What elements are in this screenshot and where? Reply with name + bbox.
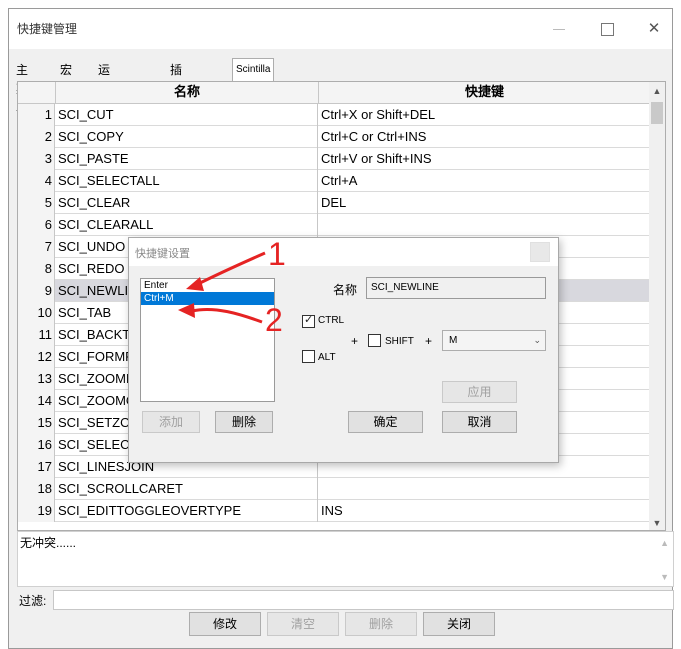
- conflict-scroll-down-icon[interactable]: ▼: [660, 572, 669, 582]
- maximize-button[interactable]: [587, 17, 627, 41]
- table-row[interactable]: 3 SCI_PASTE Ctrl+V or Shift+INS: [18, 148, 650, 170]
- table-scrollbar[interactable]: ▲ ▼: [649, 82, 665, 530]
- name-label: 名称: [333, 283, 358, 297]
- command-name-cell[interactable]: SCI_SELECTALL: [56, 170, 318, 192]
- conflict-text: 无冲突......: [20, 536, 77, 550]
- minimize-button[interactable]: [539, 17, 579, 41]
- table-row[interactable]: 2 SCI_COPY Ctrl+C or Ctrl+INS: [18, 126, 650, 148]
- cancel-button[interactable]: 取消: [442, 411, 517, 433]
- conflict-info-box: 无冲突...... ▲ ▼: [17, 531, 674, 587]
- row-number: 4: [18, 170, 55, 192]
- row-number: 8: [18, 258, 55, 280]
- row-number: 7: [18, 236, 55, 258]
- close-button[interactable]: 关闭: [423, 612, 495, 636]
- table-row[interactable]: 19 SCI_EDITTOGGLEOVERTYPE INS: [18, 500, 650, 522]
- shortcut-cell[interactable]: [319, 214, 650, 236]
- shortcut-cell[interactable]: Ctrl+V or Shift+INS: [319, 148, 650, 170]
- plus-sign: +: [351, 334, 359, 348]
- row-number: 6: [18, 214, 55, 236]
- shortcut-cell[interactable]: DEL: [319, 192, 650, 214]
- tab-scintilla-commands[interactable]: Scintilla命令: [232, 58, 275, 97]
- clear-button[interactable]: 清空: [267, 612, 339, 636]
- key-select[interactable]: M ⌄: [442, 330, 546, 351]
- dialog-title: 快捷键设置: [135, 248, 190, 260]
- alt-checkbox[interactable]: [302, 350, 315, 363]
- shortcut-cell[interactable]: Ctrl+C or Ctrl+INS: [319, 126, 650, 148]
- filter-input[interactable]: [53, 590, 674, 610]
- command-name-cell[interactable]: SCI_PASTE: [56, 148, 318, 170]
- shortcut-settings-dialog: 快捷键设置 Enter Ctrl+M 名称 SCI_NEWLINE CTRL +…: [128, 237, 559, 463]
- row-number: 12: [18, 346, 55, 368]
- table-row[interactable]: 18 SCI_SCROLLCARET: [18, 478, 650, 500]
- tab-run-commands[interactable]: 运行命令: [95, 61, 113, 134]
- command-name-cell[interactable]: SCI_CLEAR: [56, 192, 318, 214]
- row-number: 11: [18, 324, 55, 346]
- tab-macro[interactable]: 宏: [57, 61, 75, 81]
- row-number: 3: [18, 148, 55, 170]
- table-row[interactable]: 5 SCI_CLEAR DEL: [18, 192, 650, 214]
- command-name-cell[interactable]: SCI_EDITTOGGLEOVERTYPE: [56, 500, 318, 522]
- dialog-title-bar: 快捷键设置: [129, 238, 558, 266]
- annotation-number-2: 2: [265, 302, 283, 338]
- title-bar: 快捷键管理 ✕: [9, 9, 672, 49]
- shift-label: SHIFT: [385, 336, 414, 347]
- header-name[interactable]: 名称: [56, 82, 319, 104]
- row-number: 18: [18, 478, 55, 500]
- row-number: 2: [18, 126, 55, 148]
- annotation-number-1: 1: [268, 236, 286, 272]
- header-row-number: [18, 82, 56, 104]
- command-name-cell[interactable]: SCI_CUT: [56, 104, 318, 126]
- shift-checkbox[interactable]: [368, 334, 381, 347]
- row-number: 1: [18, 104, 55, 126]
- row-number: 14: [18, 390, 55, 412]
- row-number: 9: [18, 280, 55, 302]
- row-number: 13: [18, 368, 55, 390]
- command-name-cell[interactable]: SCI_COPY: [56, 126, 318, 148]
- conflict-scroll-up-icon[interactable]: ▲: [660, 538, 669, 548]
- row-number: 19: [18, 500, 55, 522]
- row-number: 17: [18, 456, 55, 478]
- alt-label: ALT: [318, 352, 336, 363]
- command-name-cell[interactable]: SCI_SCROLLCARET: [56, 478, 318, 500]
- ok-button[interactable]: 确定: [348, 411, 423, 433]
- name-field: SCI_NEWLINE: [366, 277, 546, 299]
- table-row[interactable]: 6 SCI_CLEARALL: [18, 214, 650, 236]
- shortcut-cell[interactable]: Ctrl+A: [319, 170, 650, 192]
- tab-main-menu[interactable]: 主菜单: [13, 61, 31, 115]
- delete-button[interactable]: 删除: [345, 612, 417, 636]
- row-number: 5: [18, 192, 55, 214]
- filter-label: 过滤:: [19, 594, 47, 608]
- table-row[interactable]: 1 SCI_CUT Ctrl+X or Shift+DEL: [18, 104, 650, 126]
- shortcut-cell[interactable]: INS: [319, 500, 650, 522]
- row-number: 15: [18, 412, 55, 434]
- shortcut-cell[interactable]: [319, 478, 650, 500]
- scroll-thumb[interactable]: [651, 102, 663, 124]
- ctrl-label: CTRL: [318, 315, 345, 326]
- dialog-close-button[interactable]: [530, 242, 550, 262]
- close-window-button[interactable]: ✕: [634, 17, 674, 41]
- header-shortcut[interactable]: 快捷键: [319, 82, 650, 104]
- key-select-value: M: [449, 335, 458, 346]
- add-button[interactable]: 添加: [142, 411, 200, 433]
- command-name-cell[interactable]: SCI_CLEARALL: [56, 214, 318, 236]
- scroll-up-icon[interactable]: ▲: [649, 86, 665, 96]
- row-number: 16: [18, 434, 55, 456]
- table-row[interactable]: 4 SCI_SELECTALL Ctrl+A: [18, 170, 650, 192]
- apply-button[interactable]: 应用: [442, 381, 517, 403]
- remove-button[interactable]: 删除: [215, 411, 273, 433]
- row-number: 10: [18, 302, 55, 324]
- shortcut-list[interactable]: Enter Ctrl+M: [140, 278, 275, 402]
- shortcut-list-item-selected[interactable]: Ctrl+M: [141, 292, 274, 305]
- modify-button[interactable]: 修改: [189, 612, 261, 636]
- shortcut-list-item[interactable]: Enter: [141, 279, 274, 292]
- table-header: 名称 快捷键: [18, 82, 650, 104]
- ctrl-checkbox[interactable]: [302, 313, 315, 328]
- chevron-down-icon: ⌄: [533, 335, 541, 345]
- shortcut-cell[interactable]: Ctrl+X or Shift+DEL: [319, 104, 650, 126]
- tab-plugin-commands[interactable]: 插件命令: [167, 61, 185, 134]
- scroll-down-icon[interactable]: ▼: [649, 518, 665, 528]
- plus-sign-2: +: [425, 334, 433, 348]
- window-title: 快捷键管理: [17, 22, 78, 36]
